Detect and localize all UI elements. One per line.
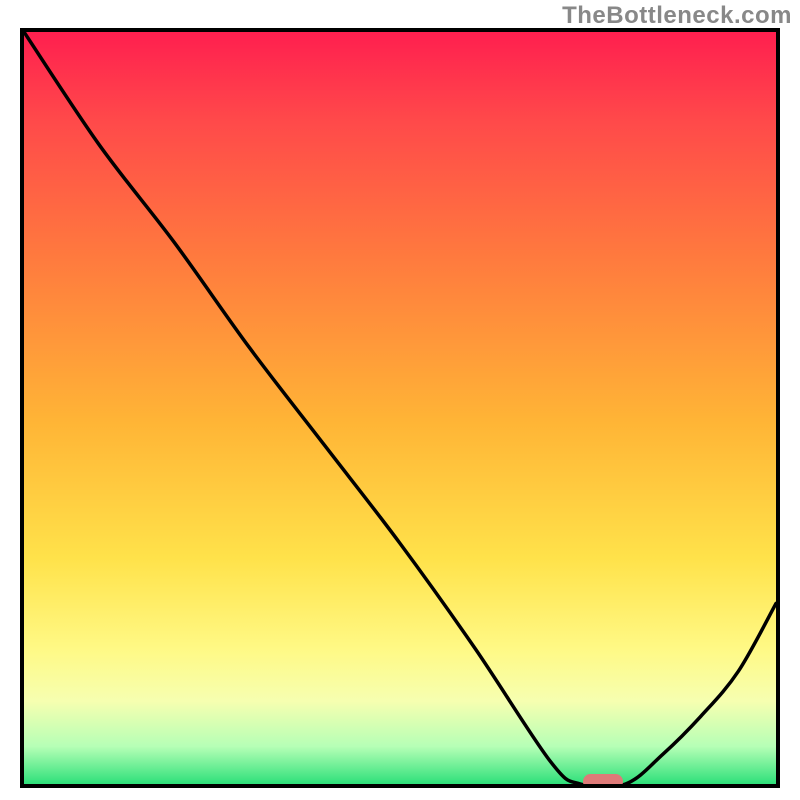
plot-area <box>20 28 780 788</box>
watermark-label: TheBottleneck.com <box>562 2 792 30</box>
bottleneck-curve <box>24 32 776 784</box>
curve-path <box>24 32 776 784</box>
bottleneck-marker <box>583 774 623 788</box>
chart-frame: TheBottleneck.com <box>0 0 800 800</box>
